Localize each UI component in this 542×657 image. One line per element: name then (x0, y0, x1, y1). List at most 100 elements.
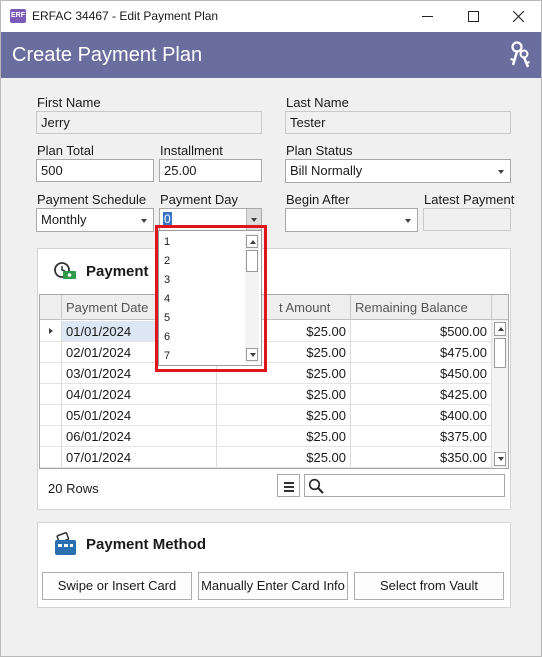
maximize-button[interactable] (450, 1, 496, 32)
cell-amount[interactable]: $25.00 (217, 426, 351, 447)
chevron-down-icon (141, 219, 147, 223)
table-row[interactable]: 07/01/2024 $25.00 $350.00 (40, 447, 492, 468)
dropdown-option[interactable]: 1 (164, 233, 244, 252)
dropdown-option[interactable]: 6 (164, 328, 244, 347)
select-from-vault-button[interactable]: Select from Vault (354, 572, 504, 600)
column-header-remaining-balance[interactable]: Remaining Balance (351, 295, 492, 320)
plan-status-value: Bill Normally (290, 163, 363, 178)
cell-payment-date[interactable]: 06/01/2024 (62, 426, 217, 447)
window-title: ERFAC 34467 - Edit Payment Plan (32, 9, 219, 23)
payment-plan-window: ERF ERFAC 34467 - Edit Payment Plan Crea… (0, 0, 542, 657)
dropdown-scrollbar[interactable] (245, 233, 259, 363)
scroll-up-button[interactable] (246, 235, 258, 248)
chevron-down-icon (250, 353, 256, 357)
cell-payment-date[interactable]: 07/01/2024 (62, 447, 217, 468)
cell-remaining-balance[interactable]: $375.00 (351, 426, 492, 447)
row-header (40, 426, 62, 447)
cell-remaining-balance[interactable]: $500.00 (351, 321, 492, 342)
row-header (40, 405, 62, 426)
payment-schedule-label: Payment Schedule (37, 192, 147, 207)
manual-card-entry-button[interactable]: Manually Enter Card Info (198, 572, 348, 600)
first-name-field[interactable]: Jerry (36, 111, 262, 134)
scroll-down-button[interactable] (246, 348, 258, 361)
hamburger-icon-line (284, 490, 294, 492)
cell-amount[interactable]: $25.00 (217, 384, 351, 405)
chevron-down-icon (498, 457, 504, 461)
scroll-up-button[interactable] (494, 322, 506, 336)
search-icon (308, 478, 324, 494)
payment-schedule-value: Monthly (41, 212, 87, 227)
table-row[interactable]: 06/01/2024 $25.00 $375.00 (40, 426, 492, 447)
payment-day-value: 0 (163, 212, 172, 227)
row-header (40, 321, 62, 342)
table-row[interactable]: 04/01/2024 $25.00 $425.00 (40, 384, 492, 405)
cell-payment-date[interactable]: 04/01/2024 (62, 384, 217, 405)
table-row[interactable]: 03/01/2024 $25.00 $450.00 (40, 363, 492, 384)
cell-amount[interactable]: $25.00 (217, 363, 351, 384)
plan-total-field[interactable]: 500 (36, 159, 154, 182)
cell-remaining-balance[interactable]: $400.00 (351, 405, 492, 426)
dropdown-option[interactable]: 7 (164, 347, 244, 365)
installment-field[interactable]: 25.00 (159, 159, 262, 182)
payment-day-select[interactable]: 0 (159, 208, 262, 231)
current-row-icon (49, 328, 53, 334)
dropdown-option[interactable]: 4 (164, 290, 244, 309)
grid-menu-button[interactable] (277, 474, 300, 497)
cell-remaining-balance[interactable]: $350.00 (351, 447, 492, 468)
cell-amount[interactable]: $25.00 (217, 405, 351, 426)
dropdown-option[interactable]: 2 (164, 252, 244, 271)
row-header (40, 447, 62, 468)
scroll-thumb[interactable] (494, 338, 506, 368)
table-row[interactable]: 02/01/2024 $25.00 $475.00 (40, 342, 492, 363)
hamburger-icon-line (284, 486, 294, 488)
payment-day-dropdown-button[interactable] (246, 209, 261, 230)
row-header-corner (40, 295, 62, 320)
scroll-thumb[interactable] (246, 250, 258, 272)
payment-method-title: Payment Method (86, 536, 207, 553)
minimize-button[interactable] (404, 1, 450, 32)
chevron-up-icon (498, 327, 504, 331)
chevron-up-icon (250, 240, 256, 244)
hamburger-icon (284, 482, 294, 484)
close-button[interactable] (495, 1, 541, 32)
payment-schedule-select[interactable]: Monthly (36, 208, 154, 232)
row-count: 20 Rows (48, 481, 99, 496)
page-title: Create Payment Plan (12, 44, 203, 66)
chevron-down-icon (498, 170, 504, 174)
keys-icon[interactable] (509, 41, 531, 69)
installment-label: Installment (160, 143, 223, 158)
card-reader-icon (55, 532, 76, 555)
begin-after-label: Begin After (286, 192, 350, 207)
minimize-icon (421, 16, 433, 17)
title-bar: ERF ERFAC 34467 - Edit Payment Plan (1, 1, 541, 32)
dropdown-option[interactable]: 3 (164, 271, 244, 290)
cell-remaining-balance[interactable]: $450.00 (351, 363, 492, 384)
grid-search-input[interactable] (304, 474, 505, 497)
plan-total-label: Plan Total (37, 143, 94, 158)
page-header: Create Payment Plan (1, 32, 541, 78)
last-name-label: Last Name (286, 95, 349, 110)
plan-status-select[interactable]: Bill Normally (285, 159, 511, 183)
cell-remaining-balance[interactable]: $475.00 (351, 342, 492, 363)
last-name-field[interactable]: Tester (285, 111, 511, 134)
grid-scrollbar[interactable] (491, 320, 508, 468)
scroll-down-button[interactable] (494, 452, 506, 466)
dropdown-option[interactable]: 5 (164, 309, 244, 328)
cash-clock-icon (54, 262, 76, 279)
cell-payment-date[interactable]: 03/01/2024 (62, 363, 217, 384)
grid-header: Payment Date t Amount Remaining Balance (40, 295, 508, 320)
payments-grid[interactable]: Payment Date t Amount Remaining Balance … (39, 294, 509, 469)
cell-payment-date[interactable]: 05/01/2024 (62, 405, 217, 426)
chevron-down-icon (251, 218, 257, 222)
swipe-insert-card-button[interactable]: Swipe or Insert Card (42, 572, 192, 600)
begin-after-select[interactable] (285, 208, 418, 232)
payments-panel-title: Payment (86, 263, 149, 280)
latest-payment-label: Latest Payment (424, 192, 515, 207)
cell-amount[interactable]: $25.00 (217, 447, 351, 468)
table-row[interactable]: 05/01/2024 $25.00 $400.00 (40, 405, 492, 426)
table-row[interactable]: 01/01/2024 $25.00 $500.00 (40, 321, 492, 342)
payment-day-dropdown-list[interactable]: 1 2 3 4 5 6 7 (158, 230, 262, 366)
row-header (40, 342, 62, 363)
row-header (40, 384, 62, 405)
cell-remaining-balance[interactable]: $425.00 (351, 384, 492, 405)
